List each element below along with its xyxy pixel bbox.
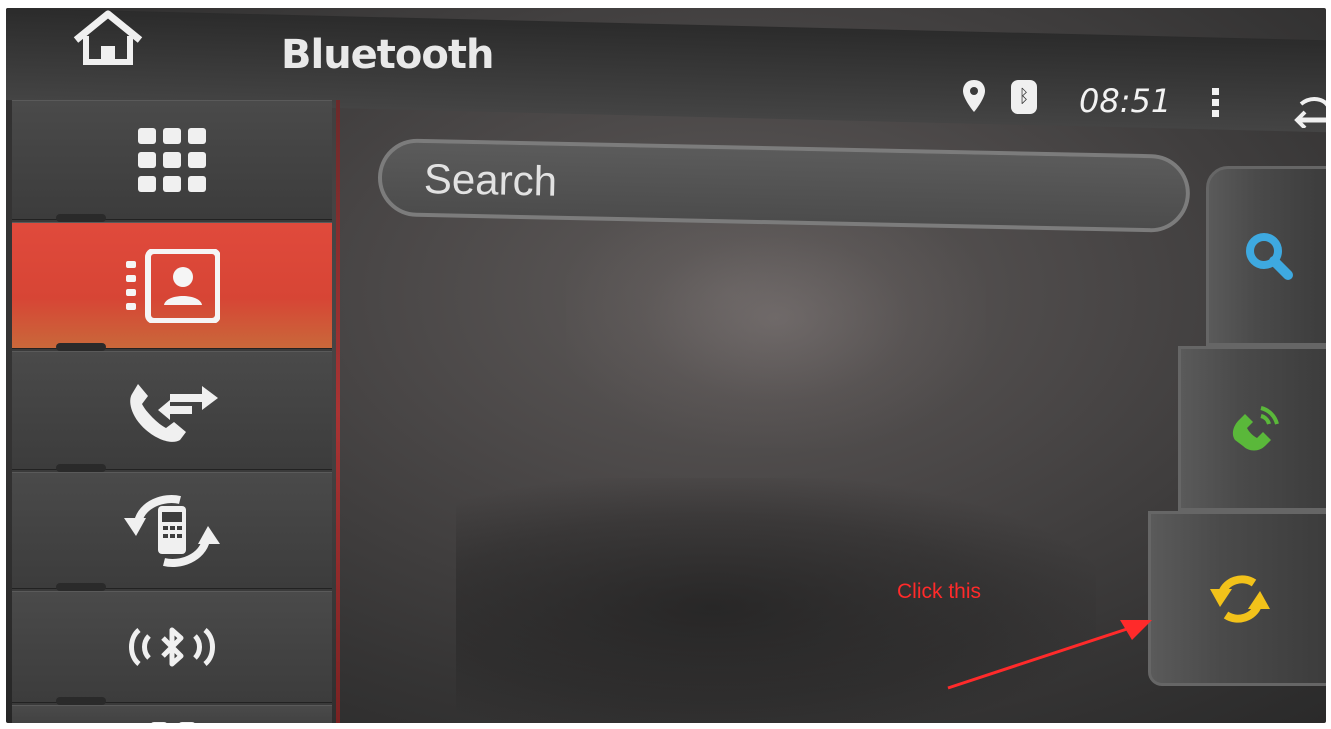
sidebar-item-more[interactable] — [12, 705, 332, 723]
bluetooth-icon: ᛒ — [1011, 80, 1037, 114]
annotation-label: Click this — [897, 580, 982, 603]
home-icon[interactable] — [68, 10, 148, 70]
divider-notch — [56, 464, 106, 472]
photo-frame: Bluetooth ᛒ 08:51 Search Click this — [0, 0, 1331, 729]
app-title: Bluetooth — [281, 32, 494, 78]
sidebar-item-bluetooth-connect[interactable] — [12, 591, 332, 703]
contacts-icon — [126, 248, 220, 323]
sidebar-item-phonebook-sync[interactable] — [12, 472, 332, 589]
search-contacts-button[interactable] — [1206, 166, 1326, 346]
dial-call-button[interactable] — [1178, 346, 1326, 511]
divider-notch — [56, 583, 106, 591]
divider-notch — [56, 697, 106, 705]
sync-icon — [1209, 574, 1270, 623]
search-icon — [1245, 233, 1293, 280]
location-icon — [963, 80, 985, 112]
call-icon — [1232, 405, 1279, 450]
sidebar-item-apps[interactable] — [12, 100, 332, 220]
more-menu-icon[interactable] — [1209, 88, 1221, 124]
phonebook-sync-icon — [124, 494, 220, 567]
apps-grid-icon — [138, 128, 206, 192]
sidebar — [12, 100, 332, 723]
sidebar-item-call-log[interactable] — [12, 351, 332, 470]
search-input[interactable] — [421, 150, 1147, 223]
call-log-icon — [130, 383, 218, 442]
sidebar-divider — [336, 100, 340, 723]
annotation-arrow — [947, 620, 1152, 690]
back-icon[interactable] — [1291, 94, 1326, 128]
bluetooth-connect-icon — [129, 627, 215, 667]
right-action-panel — [1148, 166, 1326, 686]
divider-notch — [56, 214, 106, 222]
search-field[interactable] — [377, 138, 1191, 233]
divider-notch — [56, 343, 106, 351]
sidebar-item-contacts[interactable] — [12, 222, 332, 349]
clock: 08:51 — [1079, 82, 1172, 120]
more-icon — [151, 722, 195, 723]
sync-button[interactable] — [1148, 511, 1326, 686]
